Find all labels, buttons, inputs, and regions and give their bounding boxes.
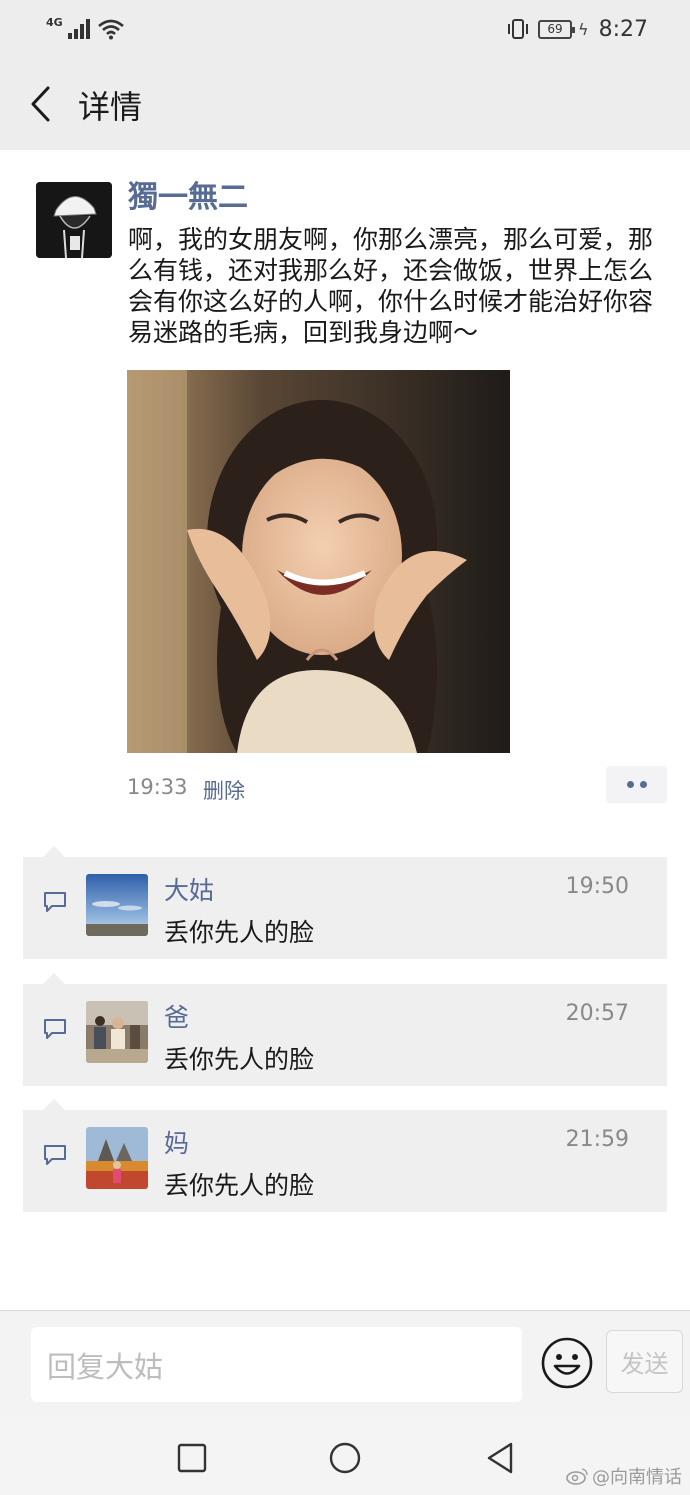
charging-icon: ϟ: [578, 19, 589, 39]
back-triangle-icon: [487, 1442, 513, 1474]
comment-text: 丢你先人的脸: [164, 918, 315, 947]
reply-input[interactable]: 回复大姑: [31, 1327, 522, 1402]
comment-time: 21:59: [565, 1127, 629, 1152]
vibrate-icon: [508, 19, 529, 39]
comment-author[interactable]: 妈: [164, 1124, 189, 1160]
page-title: 详情: [78, 88, 143, 126]
avatar-sky-image: [86, 874, 148, 936]
status-left: 4G: [46, 14, 125, 44]
battery-icon: 69: [538, 19, 576, 39]
chevron-left-icon: [31, 86, 50, 122]
author-avatar[interactable]: [36, 182, 112, 258]
more-button[interactable]: [606, 766, 667, 803]
reply-bar: 回复大姑 发送: [0, 1310, 690, 1418]
comment-item[interactable]: 爸 丢你先人的脸 20:57: [23, 973, 667, 1086]
avatar[interactable]: [86, 1127, 148, 1189]
comment-bubble-icon: [44, 1019, 66, 1039]
comment-item[interactable]: 妈 丢你先人的脸 21:59: [23, 1099, 667, 1212]
post-author[interactable]: 獨一無二: [128, 172, 248, 216]
photo-image: [127, 370, 510, 753]
battery-level: 69: [547, 22, 563, 36]
more-dot: [626, 781, 634, 788]
comment-time: 19:50: [565, 874, 629, 899]
comment-item[interactable]: 大姑 丢你先人的脸 19:50: [23, 846, 667, 959]
avatar-garden-image: [86, 1127, 148, 1189]
comment-author[interactable]: 大姑: [164, 871, 214, 907]
reply-placeholder: 回复大姑: [47, 1349, 164, 1384]
post-text: 啊，我的女朋友啊，你那么漂亮，那么可爱，那么有钱，还对我那么好，还会做饭，世界上…: [128, 225, 654, 347]
weibo-icon: [566, 1468, 588, 1485]
comment-bubble-icon: [44, 892, 66, 912]
system-back-button[interactable]: [480, 1438, 520, 1478]
network-type: 4G: [46, 16, 63, 29]
comment-time: 20:57: [565, 1001, 629, 1026]
back-button[interactable]: [22, 84, 58, 124]
send-button[interactable]: 发送: [606, 1330, 683, 1393]
avatar-illustration: [36, 182, 112, 258]
smiley-icon[interactable]: [541, 1337, 593, 1389]
delete-link[interactable]: 删除: [203, 775, 245, 805]
more-dot: [639, 781, 647, 788]
avatar[interactable]: [86, 874, 148, 936]
comment-text: 丢你先人的脸: [164, 1045, 315, 1074]
comment-text: 丢你先人的脸: [164, 1171, 315, 1200]
home-button[interactable]: [325, 1438, 365, 1478]
wifi-icon: [97, 19, 124, 40]
recents-button[interactable]: [172, 1438, 212, 1478]
watermark-text: @向南情话: [592, 1467, 682, 1488]
avatar[interactable]: [86, 1001, 148, 1063]
recents-square-icon: [177, 1443, 207, 1473]
signal-icon: [67, 19, 90, 39]
status-right: 69 ϟ 8:27: [506, 14, 648, 44]
home-circle-icon: [329, 1442, 361, 1474]
top-bar: 4G 69 ϟ 8:27 详情: [0, 0, 690, 150]
comment-author[interactable]: 爸: [164, 998, 189, 1034]
avatar-people-image: [86, 1001, 148, 1063]
comment-bubble-icon: [44, 1145, 66, 1165]
status-time: 8:27: [598, 16, 648, 42]
post-time: 19:33: [127, 775, 188, 799]
post-photo[interactable]: [127, 370, 510, 753]
watermark: @向南情话: [565, 1463, 682, 1489]
